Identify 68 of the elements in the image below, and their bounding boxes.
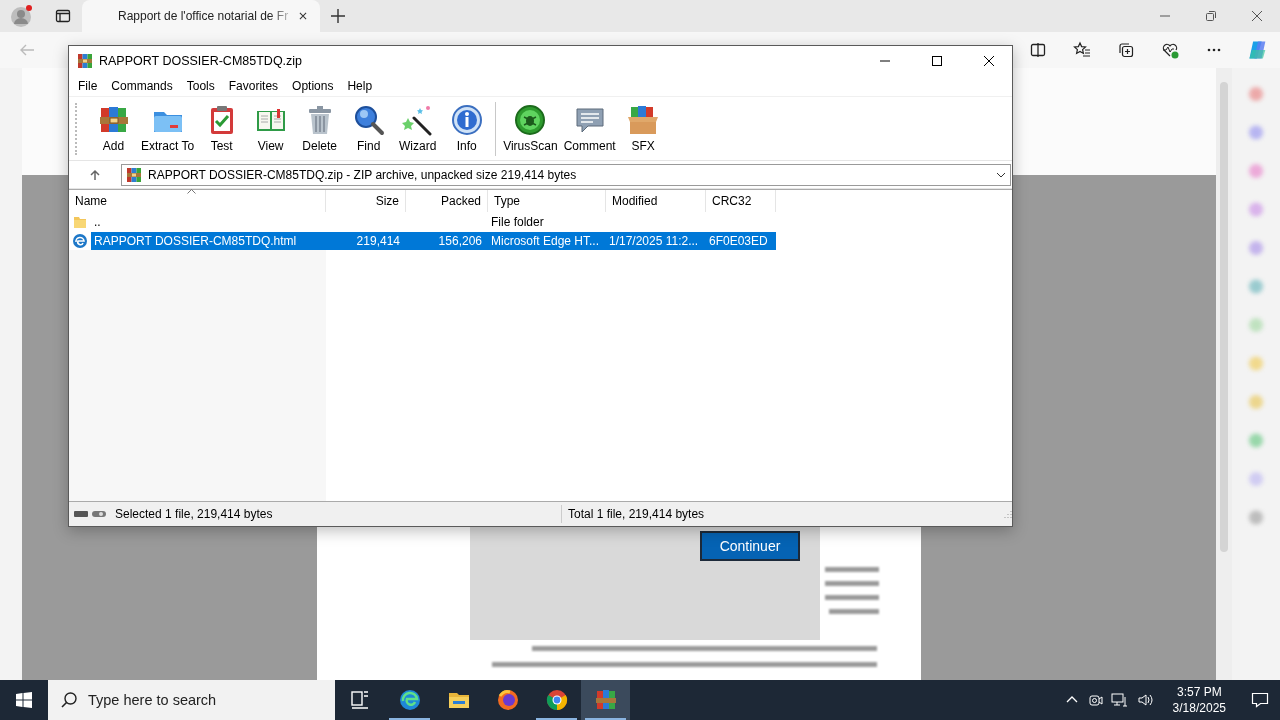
status-text: Total 1 file, 219,414 bytes: [568, 507, 706, 521]
info-icon: [450, 104, 483, 136]
up-arrow-icon[interactable]: [89, 168, 101, 181]
table-cell: 156,206: [438, 233, 482, 248]
table-cell: 1/17/2025 11:2...: [609, 233, 699, 248]
archive-icon: [126, 166, 142, 183]
toolbar-button[interactable]: Extract To: [138, 102, 198, 155]
box-icon: [627, 104, 660, 136]
toolbar-button[interactable]: VirusScan: [500, 102, 561, 155]
table-cell: Microsoft Edge HT...: [491, 233, 600, 248]
continue-button[interactable]: Continuer: [700, 531, 800, 561]
search-field[interactable]: Type here to search: [48, 680, 335, 720]
table-cell: ..: [94, 214, 101, 229]
toolbar-button[interactable]: Delete: [295, 102, 345, 155]
menu-item[interactable]: File: [71, 77, 105, 95]
close-icon: [983, 55, 995, 67]
sort-caret-icon: [187, 188, 196, 194]
favorites-icon[interactable]: [1073, 41, 1091, 59]
collections-icon[interactable]: [1117, 41, 1135, 59]
toolbar-button[interactable]: Comment: [560, 102, 619, 155]
table-cell: 6F0E03ED: [709, 233, 768, 248]
status-text: Selected 1 file, 219,414 bytes: [115, 507, 274, 521]
health-icon[interactable]: [1161, 41, 1179, 59]
toolbar-button[interactable]: Wizard: [393, 102, 443, 155]
menu-item[interactable]: Help: [340, 77, 380, 95]
folder-icon: [73, 214, 87, 229]
blurred-text-drawing: [823, 565, 881, 617]
windows-logo-icon[interactable]: [16, 692, 32, 708]
toolbar-button[interactable]: Test: [197, 102, 247, 155]
tab-actions-icon[interactable]: [54, 7, 72, 25]
resize-grip-icon[interactable]: [1002, 509, 1012, 519]
books-icon: [593, 688, 618, 712]
toolbar-button[interactable]: View: [246, 102, 296, 155]
toolbar-button[interactable]: Find: [344, 102, 394, 155]
chrome-icon: [544, 688, 569, 712]
menu-item[interactable]: Commands: [104, 77, 180, 95]
new-tab-icon[interactable]: [329, 7, 347, 25]
search-icon: [60, 691, 78, 709]
wand-icon: [401, 104, 434, 136]
toolbar-button[interactable]: Add: [89, 102, 138, 155]
network-icon[interactable]: [1110, 692, 1129, 708]
notification-icon[interactable]: [1251, 691, 1269, 709]
profile-avatar-icon[interactable]: [10, 4, 34, 28]
clock-time[interactable]: 3:57 PM: [1176, 684, 1222, 700]
path-dropdown[interactable]: RAPPORT DOSSIER-CM85TDQ.zip - ZIP archive, unpacked size 219,414 bytes: [121, 163, 1011, 186]
split-screen-icon[interactable]: [1029, 41, 1047, 59]
winrar-logo-icon: [77, 53, 93, 69]
menu-item[interactable]: Favorites: [221, 77, 286, 95]
scrollbar[interactable]: [1216, 68, 1232, 680]
toolbar-button[interactable]: Info: [442, 102, 492, 155]
menu-item[interactable]: Options: [285, 77, 341, 95]
taskbar-app-button[interactable]: [581, 680, 630, 720]
table-cell: 219,414: [356, 233, 400, 248]
volume-icon[interactable]: [1136, 692, 1155, 708]
clock-date[interactable]: 3/18/2025: [1172, 700, 1226, 716]
magnifier-icon: [352, 104, 385, 136]
maximize-icon: [931, 55, 943, 67]
firefox-icon: [495, 688, 520, 712]
edge-icon: [397, 688, 422, 712]
browser-tab[interactable]: Rapport de l'office notarial de Fr: [82, 0, 320, 32]
bug-icon: [514, 104, 547, 136]
window-title: RAPPORT DOSSIER-CM85TDQ.zip: [99, 54, 304, 68]
toolbar-button[interactable]: SFX: [618, 102, 668, 155]
menu-item[interactable]: Tools: [179, 77, 222, 95]
table-cell: File folder: [491, 214, 544, 229]
table-cell: RAPPORT DOSSIER-CM85TDQ.html: [94, 233, 297, 248]
camera-icon[interactable]: [1086, 692, 1103, 708]
drive-icon: [73, 508, 109, 520]
